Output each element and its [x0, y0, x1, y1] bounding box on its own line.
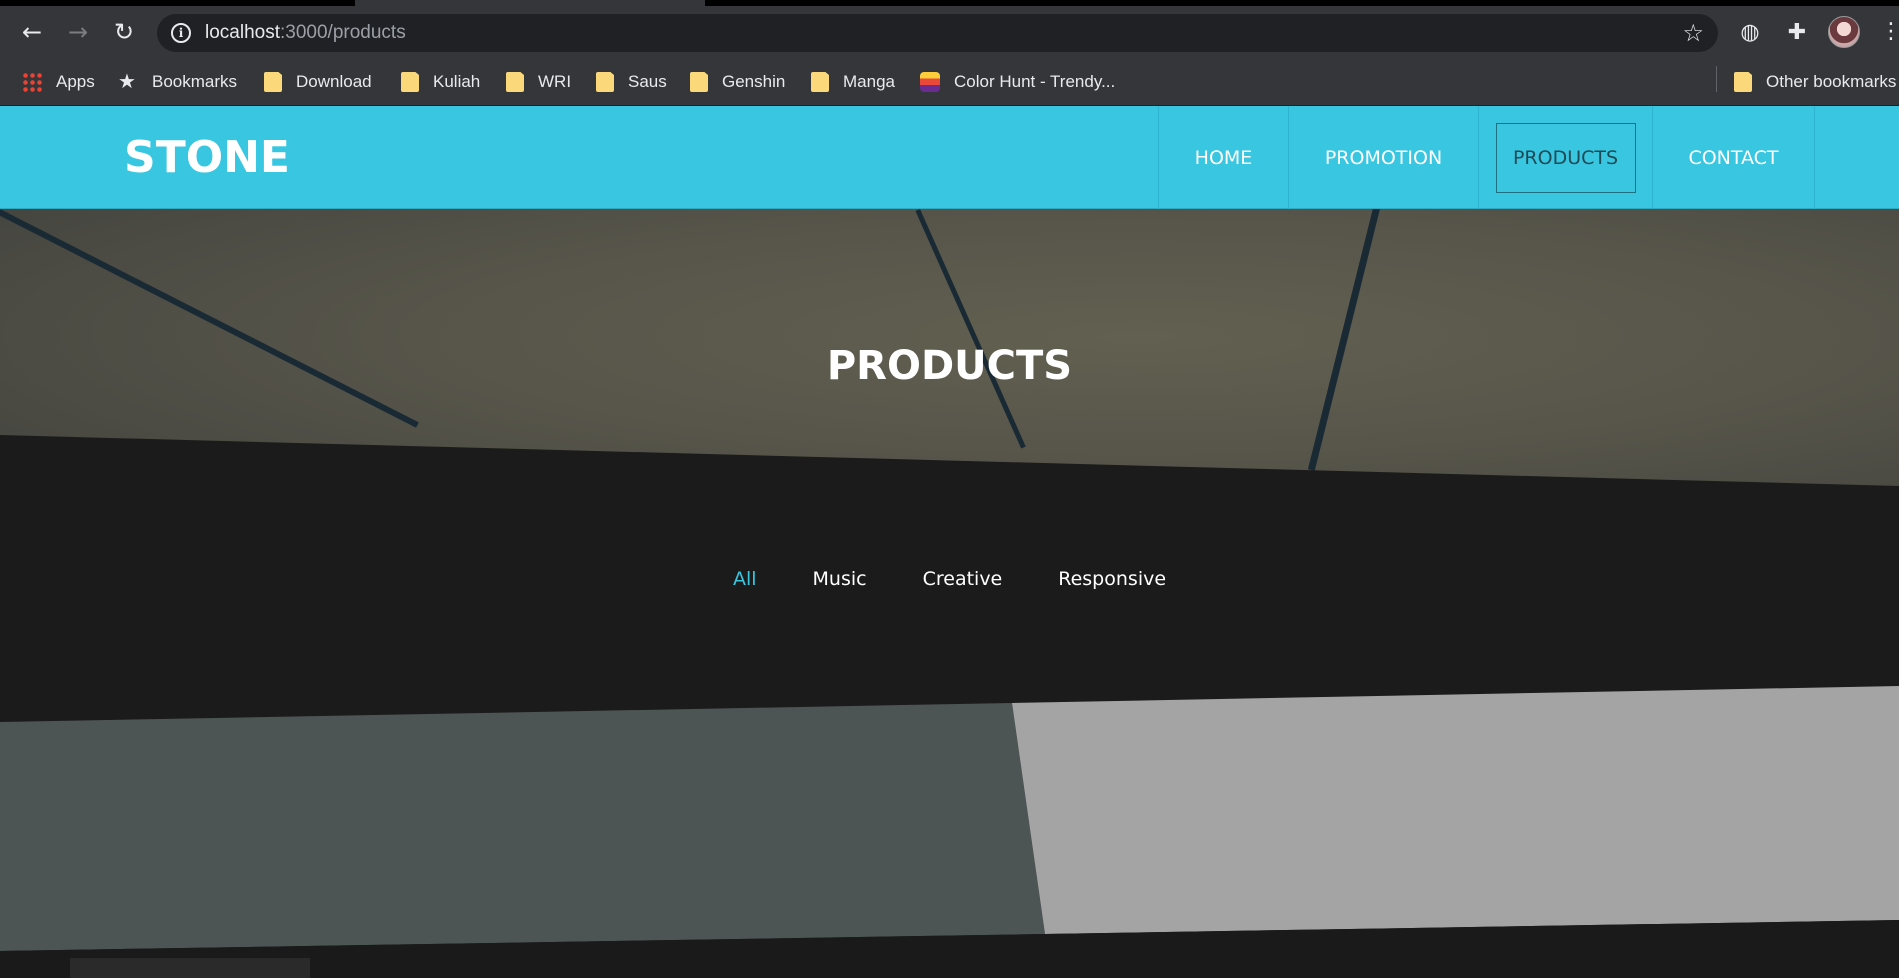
globe-extension-icon[interactable]: ◍	[1735, 18, 1765, 48]
bookmark-label: Color Hunt - Trendy...	[954, 72, 1116, 91]
hero-beam	[1307, 209, 1380, 471]
web-page: PRODUCTS STONE HOME PROMOTION PRODUCTS C…	[0, 106, 1899, 978]
bookmark-apps[interactable]: Apps	[22, 68, 95, 96]
nav-contact[interactable]: CONTACT	[1652, 106, 1815, 209]
bookmark-kuliah[interactable]: Kuliah	[401, 68, 480, 96]
folder-icon	[264, 72, 282, 92]
bookmark-label: Bookmarks	[152, 72, 238, 91]
gray-tile	[0, 703, 1045, 951]
bookmark-saus[interactable]: Saus	[596, 68, 667, 96]
forward-icon[interactable]: →	[62, 16, 94, 48]
bookmark-label: Manga	[843, 72, 895, 91]
hero-beam	[915, 209, 1026, 449]
url-host: localhost	[205, 22, 280, 43]
filter-music[interactable]: Music	[813, 568, 867, 590]
address-bar[interactable]: i localhost:3000/products ☆	[157, 14, 1718, 52]
bookmark-star-icon[interactable]: ☆	[1682, 19, 1704, 47]
reload-icon[interactable]: ↻	[108, 16, 140, 48]
bookmark-other[interactable]: Other bookmarks	[1734, 68, 1896, 96]
folder-icon	[1734, 72, 1752, 92]
color-hunt-icon	[920, 72, 940, 92]
bookmark-manga[interactable]: Manga	[811, 68, 895, 96]
url-path: :3000/products	[280, 22, 406, 43]
bottom-dark-section	[0, 920, 1899, 978]
apps-icon	[22, 72, 42, 92]
bookmark-label: Genshin	[722, 72, 786, 91]
bookmark-label: Saus	[628, 72, 667, 91]
bookmarks-divider	[1716, 66, 1717, 92]
light-tile	[1012, 686, 1899, 934]
folder-icon	[506, 72, 524, 92]
nav-products[interactable]: PRODUCTS	[1478, 106, 1652, 209]
bookmarks-bar: Apps ★ Bookmarks Download Kuliah WRI Saus…	[0, 58, 1899, 106]
browser-menu-icon[interactable]: ⋮	[1880, 16, 1899, 48]
folder-icon	[596, 72, 614, 92]
star-icon: ★	[118, 71, 136, 93]
page-title: PRODUCTS	[826, 343, 1073, 389]
filter-all[interactable]: All	[733, 568, 757, 590]
back-icon[interactable]: ←	[16, 16, 48, 48]
bookmark-label: Download	[296, 72, 372, 91]
extensions-puzzle-icon[interactable]: ✚	[1782, 18, 1812, 48]
url-text[interactable]: localhost:3000/products	[205, 22, 406, 44]
folder-icon	[401, 72, 419, 92]
site-info-icon[interactable]: i	[171, 23, 191, 43]
site-header: STONE HOME PROMOTION PRODUCTS CONTACT	[0, 106, 1899, 209]
filter-responsive[interactable]: Responsive	[1058, 568, 1166, 590]
tab-strip	[0, 0, 1899, 6]
product-filters: All Music Creative Responsive	[0, 568, 1899, 590]
site-logo[interactable]: STONE	[124, 132, 290, 183]
bookmark-label: Other bookmarks	[1766, 72, 1897, 91]
nav-home[interactable]: HOME	[1158, 106, 1288, 209]
hero-beam	[0, 209, 419, 428]
active-tab[interactable]	[355, 0, 705, 6]
nav-products-label: PRODUCTS	[1495, 122, 1636, 193]
bookmark-label: Apps	[56, 72, 95, 91]
bookmark-genshin[interactable]: Genshin	[690, 68, 785, 96]
folder-icon	[690, 72, 708, 92]
bookmark-bookmarks[interactable]: ★ Bookmarks	[118, 68, 237, 96]
nav-promotion[interactable]: PROMOTION	[1288, 106, 1478, 209]
bookmark-wri[interactable]: WRI	[506, 68, 571, 96]
browser-toolbar: ← → ↻ i localhost:3000/products ☆ ◍ ✚ ⋮	[0, 0, 1899, 66]
filter-creative[interactable]: Creative	[923, 568, 1003, 590]
bookmark-color-hunt[interactable]: Color Hunt - Trendy...	[920, 68, 1115, 96]
main-nav: HOME PROMOTION PRODUCTS CONTACT	[1158, 106, 1815, 209]
hero-banner: PRODUCTS	[0, 209, 1899, 529]
bookmark-label: Kuliah	[433, 72, 481, 91]
folder-icon	[811, 72, 829, 92]
bookmark-download[interactable]: Download	[264, 68, 372, 96]
bookmark-label: WRI	[538, 72, 572, 91]
profile-avatar[interactable]	[1828, 16, 1860, 48]
bottom-shape	[70, 958, 310, 978]
